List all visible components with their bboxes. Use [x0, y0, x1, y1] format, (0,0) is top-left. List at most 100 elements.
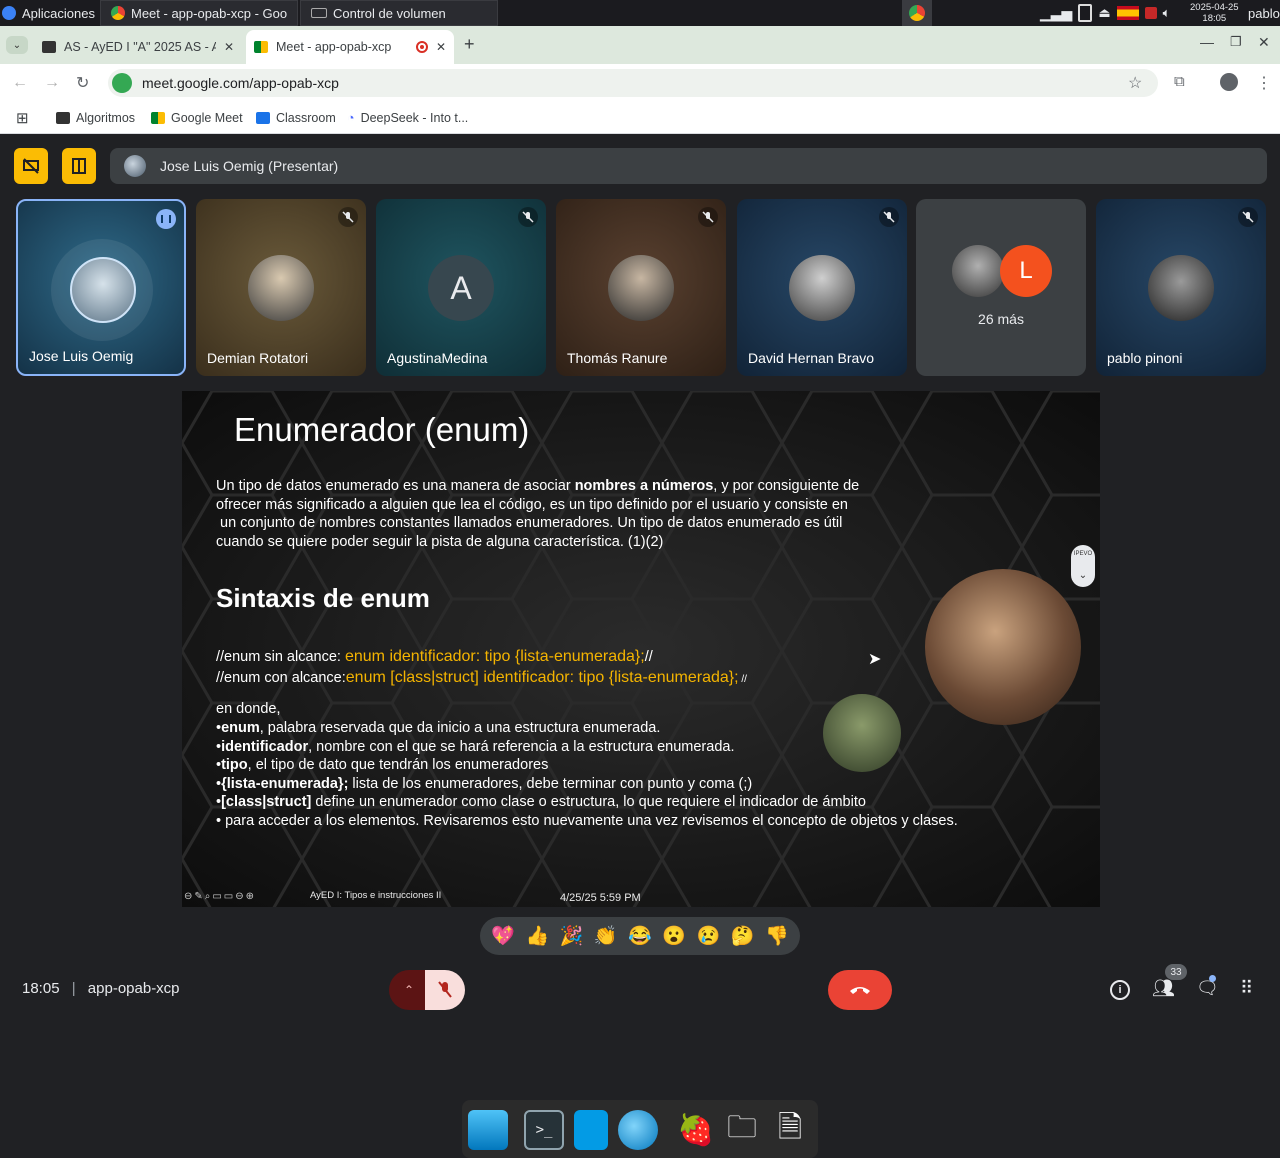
- participant-tile-david[interactable]: David Hernan Bravo: [737, 199, 907, 376]
- avatar: [1148, 255, 1214, 321]
- terminal-icon[interactable]: >_: [524, 1110, 564, 1150]
- leave-call-button[interactable]: [828, 970, 892, 1010]
- participant-tile-pablo[interactable]: pablo pinoni: [1096, 199, 1266, 376]
- bookmark-classroom[interactable]: Classroom: [256, 108, 336, 128]
- tab-close-icon[interactable]: ✕: [436, 40, 446, 54]
- meeting-details-icon[interactable]: i: [1110, 980, 1130, 1000]
- reaction-surprised-icon[interactable]: 😮: [662, 924, 686, 948]
- battery-icon[interactable]: [1078, 4, 1093, 22]
- stop-presentation-icon[interactable]: [14, 148, 48, 184]
- reaction-thinking-icon[interactable]: 🤔: [731, 924, 755, 948]
- paragraph-line: un conjunto de nombres constantes llamad…: [216, 515, 843, 531]
- activities-grid-icon[interactable]: ⠿: [1240, 978, 1253, 999]
- taskbar-item-meet[interactable]: Meet - app-opab-xcp - Googl...: [100, 0, 298, 26]
- taskbar-item-volume[interactable]: Control de volumen: [300, 0, 498, 26]
- tab-classroom[interactable]: AS - AyED I "A" 2025 AS - Al ✕: [34, 30, 242, 64]
- new-tab-icon[interactable]: +: [464, 34, 475, 55]
- meet-control-bar: 18:05 | app-opab-xcp ⌃ >_ 🍓 🗀 🗎 i 👥︎ 33 …: [0, 964, 1280, 1158]
- tab-close-icon[interactable]: ✕: [224, 40, 234, 54]
- people-icon[interactable]: 👥︎: [1152, 978, 1175, 999]
- reaction-heart-icon[interactable]: 💖: [491, 924, 515, 948]
- slideshow-controls[interactable]: ⊖✎⌕▭▭⊖⊕: [184, 891, 256, 902]
- extensions-icon[interactable]: ⧉: [1174, 73, 1185, 90]
- paragraph-line: ofrecer más significado a alguien que le…: [216, 496, 848, 513]
- apps-grid-icon[interactable]: ⊞: [16, 108, 29, 128]
- forward-icon[interactable]: →: [44, 74, 60, 92]
- participant-tile-demian[interactable]: Demian Rotatori: [196, 199, 366, 376]
- ipevo-widget[interactable]: IPEVO ⌄: [1071, 545, 1095, 587]
- browser-tab-bar: ⌄ AS - AyED I "A" 2025 AS - Al ✕ Meet - …: [0, 26, 1280, 64]
- reactions-bar: 💖 👍 🎉 👏 😂 😮 😢 🤔 👎: [480, 917, 800, 955]
- browser-globe-icon[interactable]: [618, 1110, 658, 1150]
- back-icon[interactable]: ←: [12, 74, 28, 92]
- text: enum: [221, 720, 260, 736]
- text: //enum con alcance:: [216, 670, 346, 686]
- slide-footer-title: AyED I: Tipos e instrucciones II: [310, 890, 442, 901]
- minimize-icon[interactable]: —: [1200, 34, 1214, 50]
- document-icon[interactable]: 🗎: [770, 1110, 810, 1150]
- more-count: 26 más: [978, 311, 1024, 327]
- apps-icon: [2, 6, 16, 20]
- tab-meet[interactable]: Meet - app-opab-xcp ✕: [246, 30, 454, 64]
- chrome-menu-icon[interactable]: ⋮: [1256, 73, 1272, 93]
- participant-tile-agustina[interactable]: A AgustinaMedina: [376, 199, 546, 376]
- layout-icon[interactable]: [62, 148, 96, 184]
- speaker-icon[interactable]: 🔈︎: [1163, 5, 1171, 21]
- profile-avatar[interactable]: [1220, 73, 1238, 91]
- participant-name: Jose Luis Oemig: [29, 348, 134, 364]
- presenter-camera-bubble: [925, 569, 1081, 725]
- keyboard-layout-flag-icon[interactable]: [1116, 6, 1139, 20]
- close-window-icon[interactable]: ✕: [1258, 34, 1270, 51]
- volume-control-icon: [311, 8, 327, 18]
- code-text: enum [class|struct] identificador: tipo …: [345, 669, 739, 686]
- participant-tile-thomas[interactable]: Thomás Ranure: [556, 199, 726, 376]
- text: lista de los enumeradores, debe terminar…: [348, 775, 753, 792]
- presenter-small-camera-bubble: [823, 694, 901, 772]
- participant-name: pablo pinoni: [1107, 350, 1183, 366]
- participant-tile-jose[interactable]: Jose Luis Oemig: [16, 199, 186, 376]
- reaction-sad-icon[interactable]: 😢: [697, 924, 721, 948]
- paragraph-line: Un tipo de datos enumerado es una manera…: [216, 477, 936, 496]
- bookmark-label: Google Meet: [171, 111, 243, 125]
- audio-options-icon[interactable]: ⌃: [389, 970, 429, 1010]
- bookmark-deepseek[interactable]: ◔ DeepSeek - Into t...: [347, 108, 468, 128]
- mic-off-icon: [438, 981, 452, 998]
- reaction-thumbs-down-icon[interactable]: 👎: [765, 924, 789, 948]
- reaction-clap-icon[interactable]: 👏: [594, 924, 618, 948]
- site-info-icon[interactable]: [112, 73, 132, 93]
- user-menu[interactable]: pablo: [1248, 0, 1280, 26]
- recording-icon[interactable]: [1144, 7, 1157, 19]
- mic-off-button[interactable]: [425, 970, 465, 1010]
- reaction-thumbs-up-icon[interactable]: 👍: [525, 924, 549, 948]
- bookmark-star-icon[interactable]: ☆: [1128, 73, 1142, 93]
- slide-title: Enumerador (enum): [234, 411, 530, 448]
- address-bar[interactable]: meet.google.com/app-opab-xcp: [108, 69, 1158, 97]
- apps-menu-label: Aplicaciones: [22, 5, 95, 21]
- bookmark-algoritmos[interactable]: Algoritmos: [56, 108, 135, 128]
- presenter-bar: Jose Luis Oemig (Presentar): [110, 148, 1267, 184]
- classroom-favicon-icon: [256, 112, 270, 124]
- desktop-icon[interactable]: [468, 1110, 508, 1150]
- meet-view: Jose Luis Oemig (Presentar) Jose Luis Oe…: [0, 134, 1280, 1158]
- chevron-down-icon[interactable]: ⌄: [1079, 570, 1087, 581]
- reaction-laugh-icon[interactable]: 😂: [628, 924, 652, 948]
- folder-icon[interactable]: 🗀: [722, 1110, 762, 1150]
- eject-icon[interactable]: ⏏: [1098, 5, 1110, 21]
- people-count-badge: 33: [1165, 964, 1187, 980]
- restore-icon[interactable]: ❐: [1230, 34, 1242, 50]
- strawberry-icon[interactable]: 🍓: [676, 1110, 716, 1150]
- meeting-info: 18:05 | app-opab-xcp: [22, 980, 180, 997]
- reaction-party-icon[interactable]: 🎉: [560, 924, 584, 948]
- tray-chrome-icon[interactable]: [902, 0, 932, 26]
- file-cabinet-icon[interactable]: [574, 1110, 608, 1150]
- meeting-code: app-opab-xcp: [87, 980, 180, 997]
- tab-search-icon[interactable]: ⌄: [6, 36, 28, 54]
- bookmark-google-meet[interactable]: Google Meet: [151, 108, 243, 128]
- clock[interactable]: 2025-04-25 18:05: [1190, 0, 1239, 26]
- more-participants-tile[interactable]: L 26 más: [916, 199, 1086, 376]
- reload-icon[interactable]: ↻: [76, 73, 89, 93]
- participant-name: Thomás Ranure: [567, 350, 668, 366]
- chat-icon[interactable]: 🗨︎: [1196, 978, 1219, 999]
- apps-menu[interactable]: Aplicaciones ⋮: [2, 0, 114, 26]
- signal-icon[interactable]: ▁▃▅: [1040, 5, 1072, 22]
